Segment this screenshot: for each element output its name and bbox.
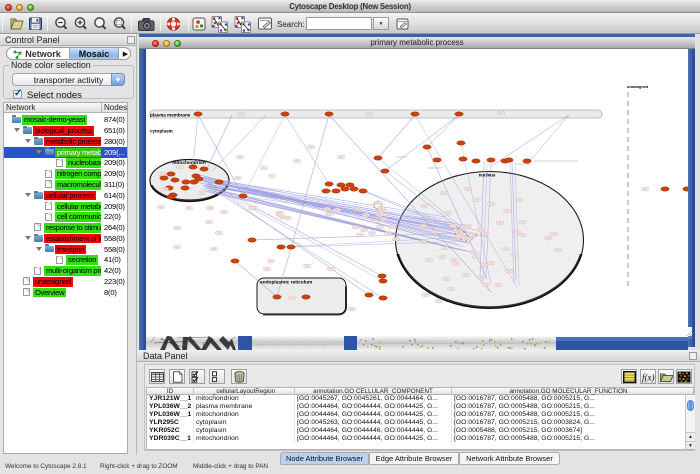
svg-text:unassigned: unassigned [627,85,649,89]
svg-text:endoplasmic reticulum: endoplasmic reticulum [260,280,312,286]
svg-text:cytoplasm: cytoplasm [150,129,173,134]
svg-text:mitochondrion: mitochondrion [172,160,206,166]
svg-text:f(x): f(x) [642,373,655,383]
svg-text:nucleus: nucleus [479,173,496,178]
svg-text:plasma membrane: plasma membrane [150,112,191,117]
